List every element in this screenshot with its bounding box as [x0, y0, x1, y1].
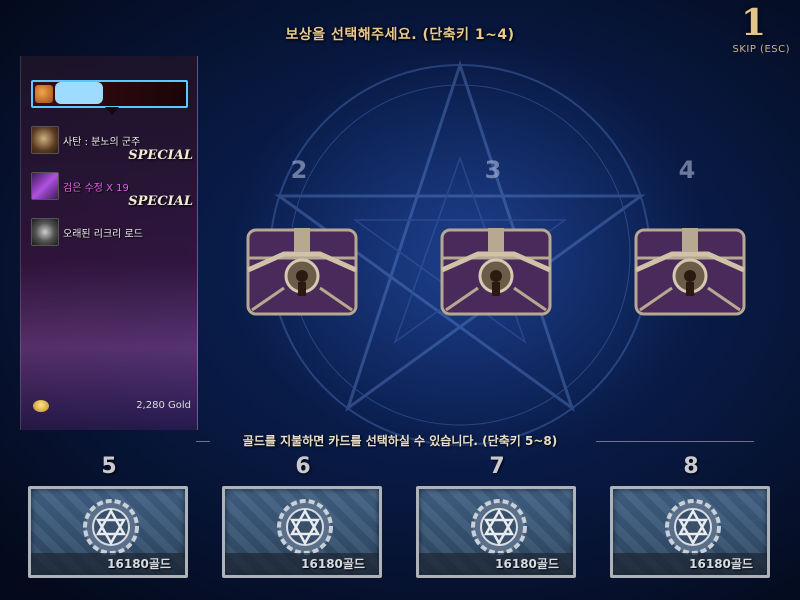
reward-item: 검은 수정 X 19 SPECIAL — [31, 172, 197, 209]
skip-button[interactable]: SKIP (ESC) — [732, 44, 790, 55]
gold-card-number: 6 — [295, 454, 311, 479]
chest-slot-2[interactable]: 2 — [234, 150, 364, 330]
gold-card-slot-5[interactable]: 5 16180골드 — [28, 454, 190, 580]
player-name-redacted — [55, 82, 103, 104]
reward-item-name: 검은 수정 X 19 — [63, 183, 129, 194]
gold-card-price: 16180골드 — [107, 557, 171, 571]
special-badge: SPECIAL — [128, 148, 193, 163]
gold-coin-icon — [33, 400, 49, 412]
player-avatar — [35, 85, 53, 103]
chest-slot-3[interactable]: 3 — [428, 150, 558, 330]
black-crystal-icon — [31, 172, 59, 200]
timer-value: 1 — [740, 2, 766, 44]
rod-icon — [31, 218, 59, 246]
hexagram-gear-icon — [665, 499, 721, 555]
gold-card[interactable]: 16180골드 — [610, 486, 770, 578]
gold-card-number: 5 — [101, 454, 117, 479]
gold-card-slot-6[interactable]: 6 16180골드 — [222, 454, 384, 580]
chest-number: 3 — [484, 156, 502, 184]
reward-item-name: 사탄 : 분노의 군주 — [63, 137, 141, 148]
reward-list-panel: 사탄 : 분노의 군주 SPECIAL 검은 수정 X 19 SPECIAL 오… — [20, 56, 198, 430]
treasure-chest-icon — [246, 228, 358, 316]
special-badge: SPECIAL — [128, 194, 193, 209]
gold-card-slot-7[interactable]: 7 16180골드 — [416, 454, 578, 580]
hexagram-gear-icon — [471, 499, 527, 555]
gold-card-number: 8 — [683, 454, 699, 479]
reward-item: 오래된 리크리 로드 — [31, 218, 197, 250]
speech-pointer-icon — [105, 107, 119, 115]
reward-item: 사탄 : 분노의 군주 SPECIAL — [31, 126, 197, 163]
demon-portrait-icon — [31, 126, 59, 154]
treasure-chest-icon — [440, 228, 552, 316]
gold-instruction: 골드를 지불하면 카드를 선택하실 수 있습니다. (단축키 5~8) — [242, 434, 558, 448]
treasure-chest-icon — [634, 228, 746, 316]
gold-card[interactable]: 16180골드 — [28, 486, 188, 578]
gold-amount: 2,280 Gold — [136, 400, 191, 411]
gold-card-price: 16180골드 — [301, 557, 365, 571]
gold-card-price: 16180골드 — [495, 557, 559, 571]
gold-card[interactable]: 16180골드 — [416, 486, 576, 578]
gold-card-slot-8[interactable]: 8 16180골드 — [610, 454, 772, 580]
reward-item-name: 오래된 리크리 로드 — [63, 229, 143, 240]
hexagram-gear-icon — [277, 499, 333, 555]
player-name-bar — [31, 80, 188, 115]
chest-number: 4 — [678, 156, 696, 184]
gold-instruction-divider: 골드를 지불하면 카드를 선택하실 수 있습니다. (단축키 5~8) — [0, 432, 800, 450]
chest-slot-4[interactable]: 4 — [622, 150, 752, 330]
reward-instruction: 보상을 선택해주세요. (단축키 1~4) — [285, 27, 515, 43]
gold-card[interactable]: 16180골드 — [222, 486, 382, 578]
gold-balance: 2,280 Gold — [31, 398, 191, 416]
hexagram-gear-icon — [83, 499, 139, 555]
countdown-timer: 1 SKIP (ESC) — [732, 2, 789, 55]
reward-selection-screen: 보상을 선택해주세요. (단축키 1~4) 1 SKIP (ESC) 사탄 : … — [0, 0, 800, 600]
gold-card-number: 7 — [489, 454, 505, 479]
chest-number: 2 — [290, 156, 308, 184]
gold-card-price: 16180골드 — [689, 557, 753, 571]
